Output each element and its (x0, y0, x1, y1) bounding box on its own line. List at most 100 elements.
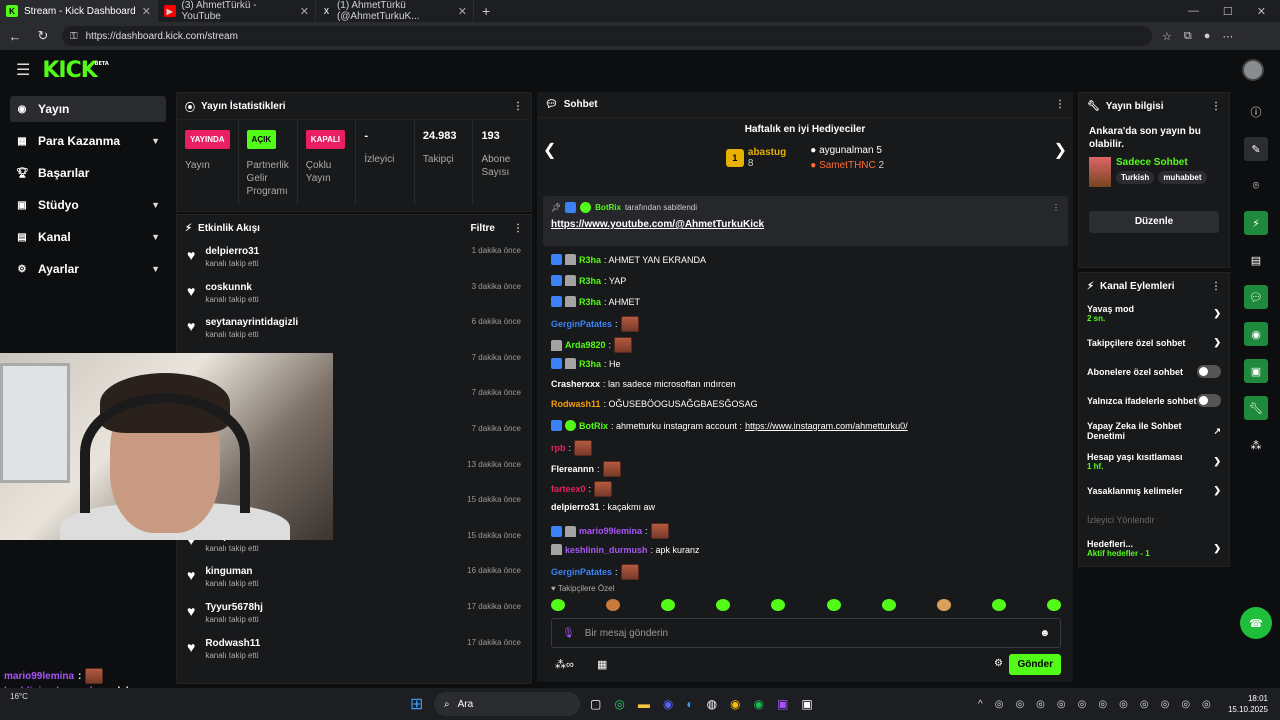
spotify-icon[interactable]: ◉ (754, 697, 764, 711)
sidebar-item-studyo[interactable]: ▣ Stüdyo ▼ (10, 192, 166, 218)
tab-youtube[interactable]: ▶ (3) AhmetTürkü - YouTube ✕ (158, 0, 316, 22)
url-field[interactable]: ⚿ https://dashboard.kick.com/stream (62, 26, 1152, 46)
menu-icon[interactable]: ☰ (16, 60, 30, 80)
avatar[interactable] (1242, 59, 1264, 81)
app-icon[interactable]: ▣ (801, 697, 812, 711)
minimize-icon[interactable]: — (1188, 5, 1199, 18)
tray-icon[interactable]: ◎ (1036, 699, 1045, 710)
chat-username[interactable]: BotRix (579, 421, 608, 431)
chat-input[interactable]: 🎙︎ Bir mesaj gönderin ☻ (551, 618, 1061, 648)
refresh-icon[interactable]: ↻ (34, 28, 52, 44)
tray-icon[interactable]: ◎ (1015, 699, 1024, 710)
chat-link[interactable]: https://www.instagram.com/ahmetturku0/ (745, 421, 908, 431)
channel-action[interactable]: Hedefleri... Aktif hedefler - 1 ❯ (1079, 534, 1229, 563)
emote-icon[interactable] (716, 599, 731, 611)
chevron-left-icon[interactable]: ❮ (543, 140, 556, 160)
edge-icon[interactable]: ◐ (686, 697, 693, 711)
chat-username[interactable]: GerginPatates (551, 319, 612, 329)
chat-username[interactable]: R3ha (579, 359, 601, 369)
sidebar-item-para-kazanma[interactable]: ▦ Para Kazanma ▼ (10, 128, 166, 154)
chevron-right-icon[interactable]: ❯ (1054, 140, 1067, 160)
pin-icon[interactable]: ⋮ (1052, 203, 1060, 212)
pinned-link[interactable]: https://www.youtube.com/@AhmetTurkuKick (551, 219, 1060, 230)
chat-username[interactable]: mario99lemina (579, 526, 642, 536)
info-icon[interactable]: ⓘ (1244, 100, 1268, 124)
tray-icon[interactable]: ◎ (1140, 699, 1149, 710)
doc-icon[interactable]: ▤ (1244, 248, 1268, 272)
menu-icon[interactable]: ⋯ (1222, 30, 1233, 43)
tray-icon[interactable]: ◎ (1057, 699, 1066, 710)
emote-icon[interactable] (936, 599, 951, 611)
toggle[interactable] (1197, 365, 1221, 378)
chat-username[interactable]: delpierro31 (551, 502, 600, 512)
chat-username[interactable]: R3ha (579, 255, 601, 265)
more-icon[interactable]: ⋮ (513, 223, 523, 234)
sidebar-item-kanal[interactable]: ▤ Kanal ▼ (10, 224, 166, 250)
emote-icon[interactable] (881, 599, 896, 611)
chat-username[interactable]: GerginPatates (551, 567, 612, 577)
channel-action[interactable]: Abonelere özel sohbet (1079, 357, 1229, 386)
volume-icon[interactable]: ◎ (1202, 699, 1211, 710)
toggle[interactable] (1197, 394, 1221, 407)
new-tab-button[interactable]: + (474, 3, 498, 19)
edit-button[interactable]: Düzenle (1089, 211, 1219, 233)
support-icon[interactable]: ☎ (1240, 607, 1272, 639)
sidebar-item-yayin[interactable]: ◉ Yayın (10, 96, 166, 122)
search-box[interactable]: ⌕ Ara (434, 692, 580, 716)
category-link[interactable]: Sadece Sohbet (1116, 157, 1207, 168)
close-icon[interactable]: ✕ (458, 5, 467, 18)
chat-username[interactable]: R3ha (579, 276, 601, 286)
steam-icon[interactable]: ◎ (1098, 699, 1107, 710)
kick-logo[interactable]: KICK BETA (42, 58, 108, 83)
mic-icon[interactable]: ◎ (1161, 699, 1170, 710)
folder-icon[interactable]: ▬ (638, 697, 650, 711)
chrome-icon[interactable]: ◉ (730, 697, 740, 711)
weather-widget[interactable]: 16°C (10, 692, 28, 701)
chat-username[interactable]: keshlinin_durmush (565, 545, 648, 555)
infinity-icon[interactable]: ⁂∞ (555, 658, 574, 671)
puzzle-icon[interactable]: ⁂ (1244, 433, 1268, 457)
wrench-icon[interactable]: 🔧︎ (1244, 396, 1268, 420)
emote-icon[interactable] (771, 599, 786, 611)
maximize-icon[interactable]: ☐ (1223, 5, 1233, 18)
channel-action[interactable]: Yavaş mod 2 sn. ❯ (1079, 299, 1229, 328)
chat-username[interactable]: farteex0 (551, 484, 586, 494)
windows-icon[interactable]: ⊞ (410, 694, 423, 714)
chat-username[interactable]: Flereannn (551, 464, 594, 474)
filter-button[interactable]: Filtre (471, 223, 495, 234)
sidebar-item-ayarlar[interactable]: ⚙ Ayarlar ▼ (10, 256, 166, 282)
emote-icon[interactable] (551, 599, 565, 611)
camera-icon[interactable]: ⌾ (1244, 174, 1268, 198)
chevron-up-icon[interactable]: ^ (978, 699, 983, 710)
emote-icon[interactable] (661, 599, 676, 611)
mic-icon[interactable]: 🎙︎ (562, 628, 575, 639)
channel-action[interactable]: Yalnızca ifadelerle sohbet (1079, 386, 1229, 415)
emote-icon[interactable] (1046, 599, 1061, 611)
emote-icon[interactable] (991, 599, 1006, 611)
chat-username[interactable]: R3ha (579, 297, 601, 307)
taskview-icon[interactable]: ▢ (590, 697, 601, 711)
star-icon[interactable]: ☆ (1162, 30, 1172, 43)
chat-icon[interactable]: 💬︎ (1244, 285, 1268, 309)
wifi-icon[interactable]: ◎ (1181, 699, 1190, 710)
chat-username[interactable]: Crasherxxx (551, 379, 600, 389)
emote-icon[interactable] (826, 599, 841, 611)
sidebar-item-basarilar[interactable]: 🏆︎ Başarılar (10, 160, 166, 186)
chat-username[interactable]: rpb (551, 443, 566, 453)
profile-icon[interactable]: ● (1204, 30, 1211, 43)
more-icon[interactable]: ⋮ (513, 101, 523, 112)
more-icon[interactable]: ⋮ (1211, 281, 1221, 292)
tray-icon[interactable]: ◎ (1078, 699, 1087, 710)
store-icon[interactable]: ▦ (597, 658, 607, 671)
app-icon[interactable]: ◍ (707, 697, 717, 711)
close-icon[interactable]: ✕ (142, 5, 151, 18)
tab-x[interactable]: X (1) AhmetTürkü (@AhmetTurkuK... ✕ (316, 0, 474, 22)
clock[interactable]: 18:01 15.10.2025 (1228, 693, 1268, 715)
whatsapp-icon[interactable]: ◎ (614, 697, 624, 711)
discord-icon[interactable]: ◉ (663, 697, 673, 711)
close-icon[interactable]: ✕ (300, 5, 309, 18)
twitch-icon[interactable]: ▣ (777, 697, 788, 711)
emote-icon[interactable] (606, 599, 621, 611)
channel-action[interactable]: Takipçilere özel sohbet ❯ (1079, 328, 1229, 357)
more-icon[interactable]: ⋮ (1211, 101, 1221, 112)
